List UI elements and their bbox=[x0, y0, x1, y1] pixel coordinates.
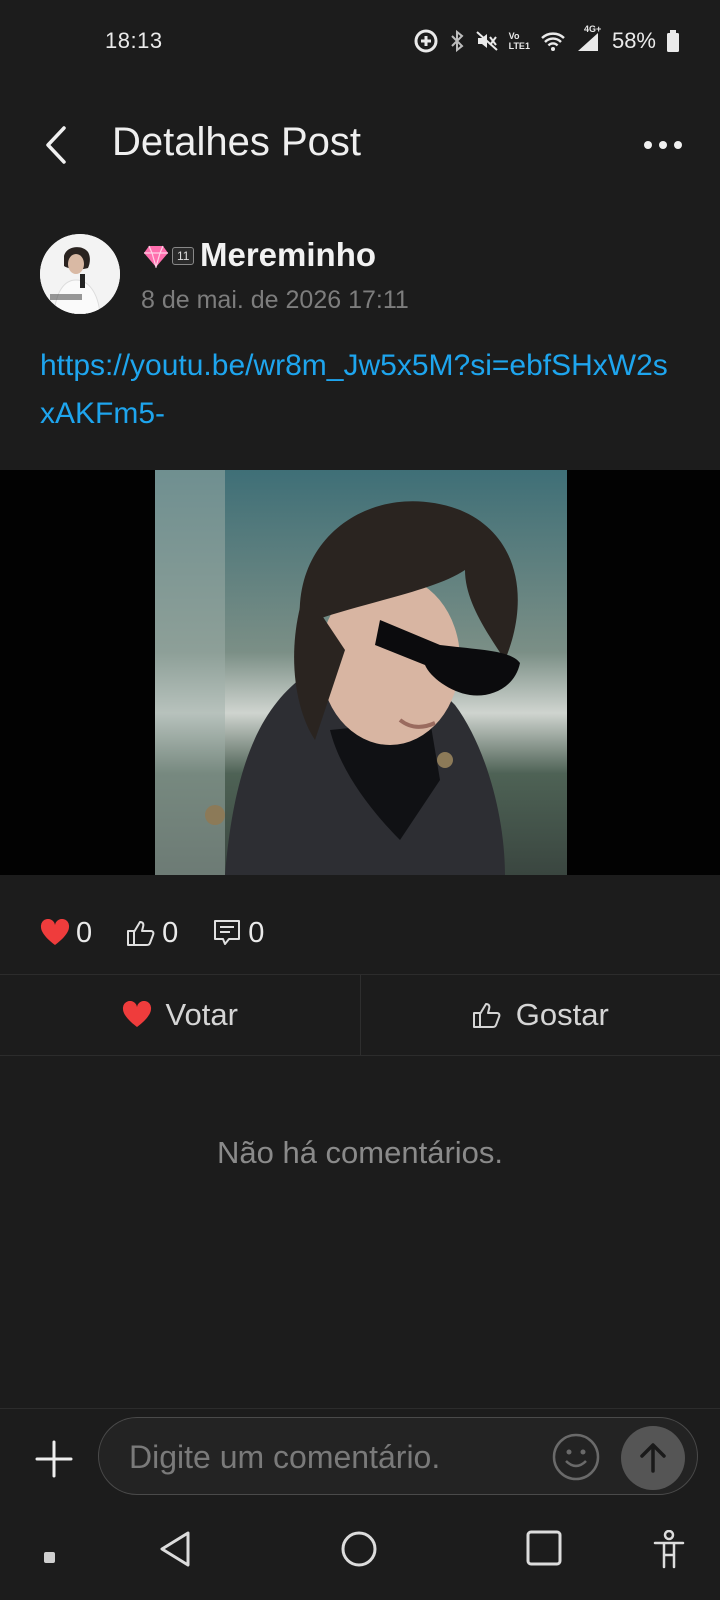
comment-count[interactable]: 0 bbox=[212, 917, 264, 950]
heart-icon bbox=[122, 1001, 151, 1027]
thumbs-up-icon bbox=[472, 1003, 501, 1028]
send-button[interactable] bbox=[621, 1426, 685, 1490]
emoji-button[interactable] bbox=[551, 1432, 601, 1482]
comment-icon bbox=[214, 920, 241, 945]
author-name[interactable]: Mereminho bbox=[200, 236, 376, 274]
more-dots-icon bbox=[644, 141, 652, 149]
nav-home-button[interactable] bbox=[340, 1530, 378, 1573]
status-time: 18:13 bbox=[105, 28, 163, 53]
battery-icon bbox=[667, 30, 679, 52]
comment-composer bbox=[0, 1408, 720, 1504]
back-button[interactable] bbox=[38, 122, 78, 168]
video-preview[interactable] bbox=[0, 470, 720, 875]
avatar-image bbox=[40, 234, 120, 314]
mute-icon bbox=[475, 31, 498, 51]
status-icons: Vo LTE1 4G+ 58% bbox=[413, 24, 680, 54]
emoji-icon bbox=[552, 1433, 600, 1481]
nav-recents-icon bbox=[526, 1530, 562, 1566]
volte-line1: Vo bbox=[508, 31, 520, 41]
signal-indicator: 4G+ bbox=[576, 24, 602, 53]
wifi-icon bbox=[541, 32, 565, 51]
plus-icon bbox=[35, 1440, 73, 1478]
video-thumbnail bbox=[155, 470, 567, 875]
data-saver-icon bbox=[414, 29, 438, 53]
status-bar: 18:13 Vo LTE1 4G+ 58% bbox=[0, 0, 720, 82]
attach-button[interactable] bbox=[34, 1439, 74, 1479]
comment-box bbox=[98, 1417, 698, 1495]
more-options-button[interactable] bbox=[644, 130, 690, 160]
post-link[interactable]: https://youtu.be/wr8m_Jw5x5M?si=ebfSHxW2… bbox=[40, 342, 680, 438]
volte-indicator: Vo LTE1 bbox=[509, 31, 530, 51]
post-author: 11 Mereminho 8 de mai. de 2026 17:11 bbox=[40, 234, 680, 324]
more-dot bbox=[674, 141, 682, 149]
vote-label: Votar bbox=[165, 997, 238, 1032]
divider bbox=[0, 1055, 720, 1056]
avatar[interactable] bbox=[40, 234, 120, 314]
comment-count-value: 0 bbox=[248, 916, 265, 949]
level-tag: 11 bbox=[172, 247, 195, 265]
action-bar: Votar Gostar bbox=[0, 975, 720, 1055]
nav-back-button[interactable] bbox=[158, 1530, 192, 1573]
accessibility-icon bbox=[653, 1529, 685, 1569]
post-date: 8 de mai. de 2026 17:11 bbox=[141, 286, 409, 314]
like-count-value: 0 bbox=[162, 916, 179, 949]
volte-line2: LTE1 bbox=[508, 41, 530, 51]
more-dot bbox=[659, 141, 667, 149]
nav-dot bbox=[44, 1552, 55, 1563]
user-badge: 11 bbox=[142, 244, 195, 268]
like-label: Gostar bbox=[515, 997, 609, 1032]
comment-input[interactable] bbox=[127, 1436, 521, 1478]
heart-count-value: 0 bbox=[76, 916, 93, 949]
battery-percent: 58% bbox=[611, 28, 656, 53]
reactions-row: 0 0 0 bbox=[40, 910, 264, 956]
empty-comments-message: Não há comentários. bbox=[216, 1135, 504, 1170]
page-title: Detalhes Post bbox=[112, 120, 362, 164]
gem-heart-icon bbox=[144, 245, 168, 268]
accessibility-button[interactable] bbox=[652, 1529, 686, 1575]
system-nav-bar bbox=[0, 1510, 720, 1600]
nav-recents-button[interactable] bbox=[526, 1530, 562, 1571]
nav-home-icon bbox=[341, 1531, 377, 1567]
signal-icon bbox=[577, 33, 598, 51]
back-arrow-icon bbox=[46, 126, 66, 164]
app-header: Detalhes Post bbox=[0, 82, 720, 207]
send-arrow-icon bbox=[640, 1443, 666, 1473]
like-count[interactable]: 0 bbox=[126, 917, 178, 950]
like-button[interactable]: Gostar bbox=[361, 975, 720, 1055]
nav-back-icon bbox=[160, 1531, 190, 1567]
vote-button[interactable]: Votar bbox=[0, 975, 360, 1055]
heart-count[interactable]: 0 bbox=[40, 917, 92, 950]
bluetooth-icon bbox=[450, 29, 464, 53]
thumbs-up-icon bbox=[127, 921, 155, 946]
thumbnail-image bbox=[155, 470, 567, 875]
heart-icon bbox=[40, 919, 70, 945]
